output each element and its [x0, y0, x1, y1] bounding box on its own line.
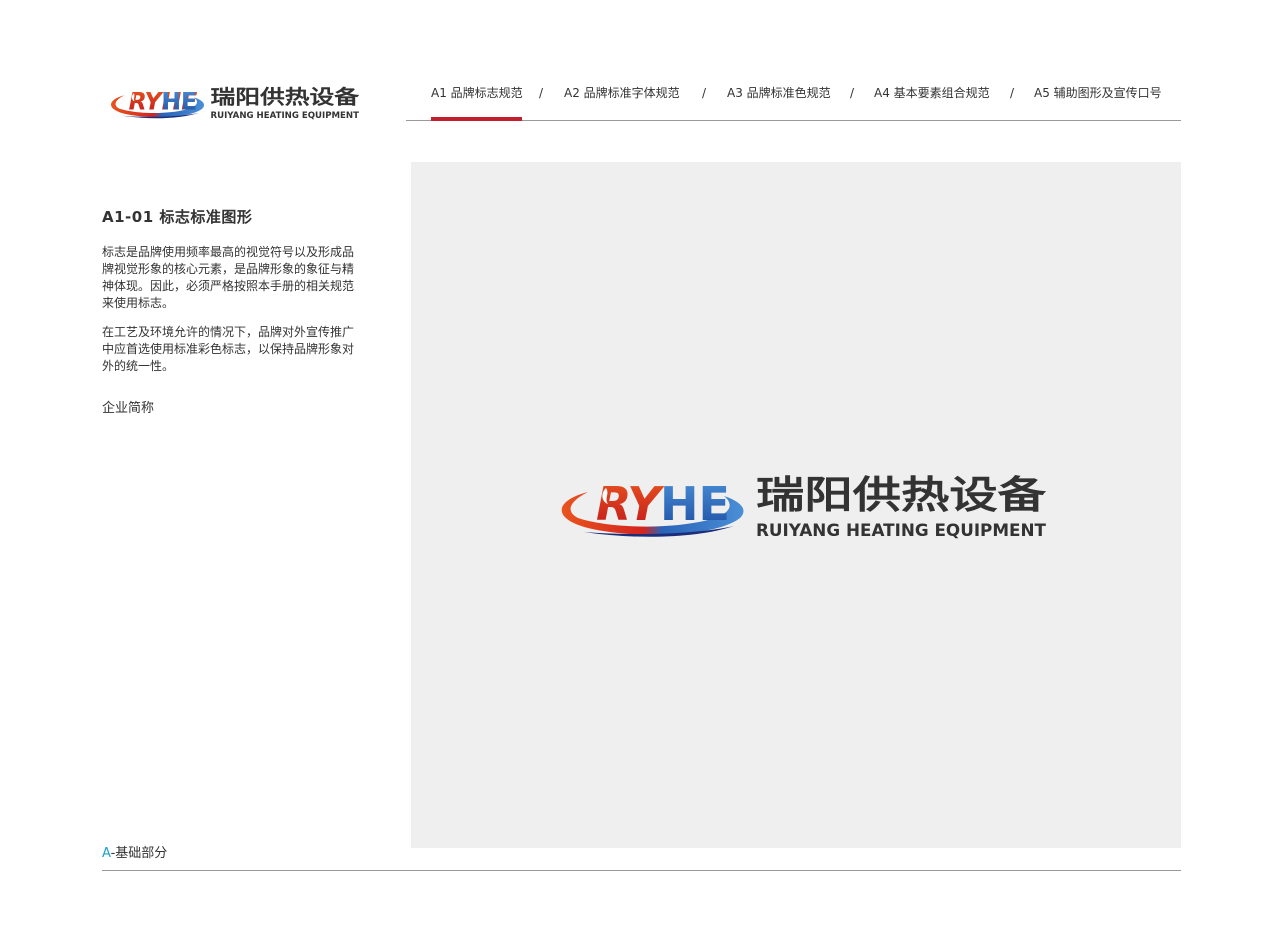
section-nav: A1 品牌标志规范 / A2 品牌标准字体规范 / A3 品牌标准色规范 / A… — [406, 84, 1181, 121]
nav-item-a5[interactable]: A5 辅助图形及宣传口号 — [1034, 84, 1162, 102]
header-logo[interactable]: RYHE HE 瑞阳供热设备 RUIYANG HEATING EQUIPMENT — [104, 84, 360, 124]
brand-name-cn: 瑞阳供热设备 — [210, 85, 359, 108]
logo-display-panel: RY HE 瑞阳供热设备 RUIYANG HEATING EQUIPMENT — [411, 162, 1181, 848]
footer-section-label: A-基础部分 — [102, 842, 167, 861]
nav-separator: / — [539, 86, 544, 100]
nav-item-a4[interactable]: A4 基本要素组合规范 — [874, 84, 990, 102]
nav-item-a1[interactable]: A1 品牌标志规范 — [431, 84, 523, 102]
description-paragraph: 标志是品牌使用频率最高的视觉符号以及形成品牌视觉形象的核心元素，是品牌形象的象征… — [102, 245, 355, 310]
brand-logo-graphic: RY HE 瑞阳供热设备 RUIYANG HEATING EQUIPMENT — [561, 474, 1047, 541]
nav-active-indicator — [431, 117, 522, 121]
brand-name-en: RUIYANG HEATING EQUIPMENT — [756, 521, 1046, 541]
nav-item-a3[interactable]: A3 品牌标准色规范 — [727, 84, 831, 102]
sub-label: 企业简称 — [102, 401, 155, 416]
svg-text:RY: RY — [596, 477, 665, 531]
nav-separator: / — [1010, 86, 1015, 100]
footer-divider — [102, 870, 1181, 871]
standard-logo: RY HE 瑞阳供热设备 RUIYANG HEATING EQUIPMENT — [548, 474, 1048, 544]
brand-name-cn: 瑞阳供热设备 — [756, 474, 1047, 517]
brand-name-en: RUIYANG HEATING EQUIPMENT — [210, 111, 359, 121]
description-paragraph: 在工艺及环境允许的情况下，品牌对外宣传推广中应首选使用标准彩色标志，以保持品牌形… — [102, 325, 355, 373]
footer-accent: A — [102, 846, 111, 861]
section-title: A1-01 标志标准图形 — [102, 208, 253, 226]
nav-separator: / — [702, 86, 707, 100]
brand-logo-graphic: RYHE HE 瑞阳供热设备 RUIYANG HEATING EQUIPMENT — [111, 85, 360, 121]
nav-separator: / — [850, 86, 855, 100]
footer-label-text: -基础部分 — [110, 846, 168, 861]
nav-item-a2[interactable]: A2 品牌标准字体规范 — [564, 84, 680, 102]
svg-text:HE: HE — [161, 88, 197, 116]
svg-text:HE: HE — [660, 477, 730, 531]
